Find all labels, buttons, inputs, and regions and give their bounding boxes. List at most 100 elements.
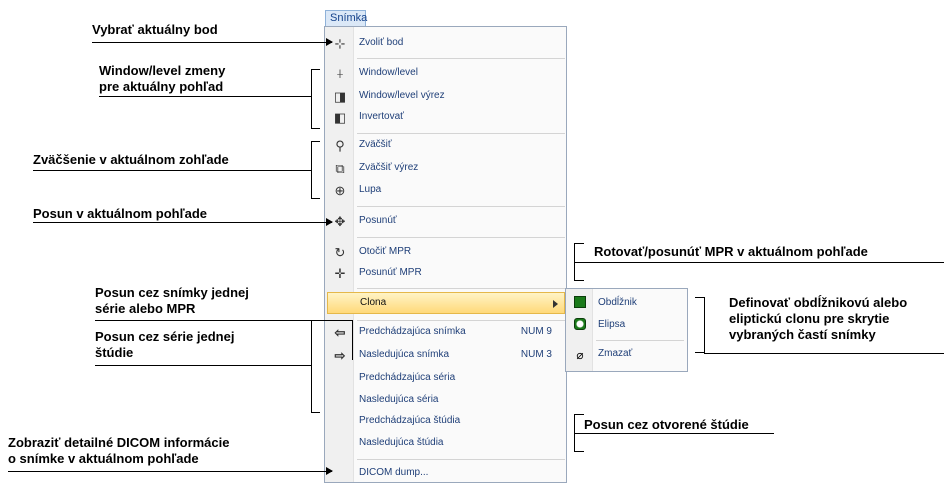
- window-level-icon: ⍭: [336, 66, 344, 81]
- annotation-line: Zobraziť detailné DICOM informácie: [8, 435, 230, 450]
- menu-item-next-study[interactable]: Nasledujúca štúdia: [326, 433, 566, 455]
- menu-item-label: Predchádzajúca snímka: [359, 326, 466, 337]
- snimka-menu: ⊹ Zvoliť bod ⍭ Window/level ◨ Window/lev…: [324, 26, 567, 483]
- magnifier-icon: ⊕: [334, 183, 346, 198]
- menu-item-zoom[interactable]: ⚲ Zväčšiť: [326, 135, 566, 157]
- menu-separator: [357, 288, 565, 289]
- annotation-line: štúdie: [95, 345, 134, 360]
- menu-item-label: Predchádzajúca séria: [359, 372, 456, 383]
- annotation-line: Definovať obdĺžnikovú alebo: [729, 295, 908, 310]
- menu-item-label: Window/level výrez: [359, 90, 445, 101]
- menu-item-label: Zvoliť bod: [359, 37, 404, 48]
- annotation-bracket-bottom: [574, 451, 584, 452]
- annotation-shutter: Definovať obdĺžnikovú alebo eliptickú cl…: [729, 295, 907, 343]
- annotation-line-connector: [33, 170, 311, 171]
- menu-item-invert[interactable]: ◧ Invertovať: [326, 107, 566, 129]
- menu-item-label: Posunúť: [359, 215, 397, 226]
- annotation-bracket-top: [574, 243, 584, 244]
- menu-item-shutter[interactable]: Clona: [327, 292, 565, 314]
- submenu-arrow-icon: [553, 300, 558, 308]
- invert-icon: ◧: [333, 110, 347, 125]
- shutter-submenu: Obdĺžnik Elipsa ⌀ Zmazať: [565, 288, 688, 372]
- annotation-line: Posun cez série jednej: [95, 329, 235, 344]
- submenu-item-label: Elipsa: [598, 319, 626, 330]
- annotation-bracket-top: [311, 141, 320, 142]
- eraser-icon: ⌀: [576, 348, 584, 362]
- menu-item-next-series[interactable]: Nasledujúca séria: [326, 390, 566, 412]
- annotation-arrow: [8, 467, 333, 475]
- annotation-images: Posun cez snímky jednej série alebo MPR: [95, 285, 249, 317]
- menu-separator: [357, 459, 565, 460]
- annotation-studies: Posun cez otvorené štúdie: [584, 417, 749, 432]
- menu-item-label: Window/level: [359, 67, 418, 78]
- annotation-bracket-bottom: [574, 280, 584, 281]
- annotation-line: pre aktuálny pohľad: [99, 79, 224, 94]
- rotate-mpr-icon: ↻: [334, 245, 346, 260]
- menu-item-zoom-region[interactable]: ⧉ Zväčšiť výrez: [326, 158, 566, 180]
- annotation-bracket-bottom: [311, 128, 320, 129]
- menu-item-next-image[interactable]: ⇨ Nasledujúca snímka NUM 3: [326, 345, 566, 367]
- move-mpr-icon: ✛: [334, 266, 346, 281]
- menu-tab-snimka[interactable]: Snímka: [325, 10, 367, 27]
- menu-item-label: Invertovať: [359, 111, 404, 122]
- menu-item-window-level[interactable]: ⍭ Window/level: [326, 63, 566, 85]
- menu-separator: [357, 237, 565, 238]
- menu-item-previous-study[interactable]: Predchádzajúca štúdia: [326, 411, 566, 433]
- annotation-bracket: [352, 320, 353, 360]
- menu-item-previous-series[interactable]: Predchádzajúca séria: [326, 368, 566, 390]
- annotation-bracket: [311, 320, 312, 412]
- menu-item-move-mpr[interactable]: ✛ Posunúť MPR: [326, 263, 566, 285]
- annotation-series: Posun cez série jednej štúdie: [95, 329, 234, 361]
- annotation-line: o snímke v aktuálnom pohľade: [8, 451, 199, 466]
- menu-item-label: DICOM dump...: [359, 467, 429, 478]
- menu-item-label: Predchádzajúca štúdia: [359, 415, 461, 426]
- submenu-item-clear[interactable]: ⌀ Zmazať: [567, 344, 687, 366]
- menu-item-label: Posunúť MPR: [359, 267, 422, 278]
- menu-separator: [357, 58, 565, 59]
- annotation-line-connector: [574, 262, 944, 263]
- cursor-point-icon: ⊹: [334, 36, 346, 51]
- zoom-icon: ⚲: [335, 138, 345, 153]
- annotation-arrow: [92, 38, 333, 46]
- pan-icon: ✥: [334, 214, 346, 229]
- arrow-right-icon: ⇨: [334, 348, 346, 363]
- arrow-left-icon: ⇦: [334, 325, 346, 340]
- annotation-bracket: [311, 141, 312, 199]
- menu-item-dicom-dump[interactable]: DICOM dump...: [326, 463, 566, 485]
- menu-separator: [357, 320, 565, 321]
- menu-item-label: Zväčšiť: [359, 139, 392, 150]
- submenu-item-label: Zmazať: [598, 348, 633, 359]
- menu-item-shortcut: NUM 3: [520, 349, 552, 360]
- annotation-bracket-top: [695, 297, 705, 298]
- annotation-window-level: Window/level zmeny pre aktuálny pohľad: [99, 63, 225, 95]
- annotation-arrow: [33, 218, 333, 226]
- menu-item-label: Lupa: [359, 184, 382, 195]
- menu-item-rotate-mpr[interactable]: ↻ Otočiť MPR: [326, 242, 566, 264]
- menu-item-shortcut: NUM 9: [520, 326, 552, 337]
- menu-item-magnifier[interactable]: ⊕ Lupa: [326, 180, 566, 202]
- annotation-zoom: Zväčšenie v aktuálnom zohľade: [33, 152, 229, 167]
- submenu-item-rectangle[interactable]: Obdĺžnik: [567, 293, 687, 315]
- menu-item-previous-image[interactable]: ⇦ Predchádzajúca snímka NUM 9: [326, 322, 566, 344]
- annotation-dicom: Zobraziť detailné DICOM informácie o sní…: [8, 435, 229, 467]
- menu-separator: [357, 206, 565, 207]
- annotation-line-connector: [574, 433, 774, 434]
- annotation-bracket-top: [311, 69, 320, 70]
- annotation-select-point: Vybrať aktuálny bod: [92, 22, 218, 37]
- ellipse-shutter-icon: [572, 318, 588, 334]
- annotation-line: Posun cez snímky jednej: [95, 285, 249, 300]
- annotation-bracket: [311, 69, 312, 129]
- annotation-line-connector: [99, 96, 311, 97]
- annotation-line-connector: [704, 353, 944, 354]
- submenu-item-label: Obdĺžnik: [598, 297, 637, 308]
- annotation-bracket: [704, 297, 705, 353]
- annotation-line: Window/level zmeny: [99, 63, 226, 78]
- annotation-line: eliptickú clonu pre skrytie: [729, 311, 890, 326]
- menu-item-select-point[interactable]: ⊹ Zvoliť bod: [326, 33, 566, 55]
- menu-item-pan[interactable]: ✥ Posunúť: [326, 211, 566, 233]
- menu-item-window-level-region[interactable]: ◨ Window/level výrez: [326, 86, 566, 108]
- submenu-item-ellipse[interactable]: Elipsa: [567, 315, 687, 337]
- annotation-line-connector: [95, 365, 311, 366]
- menu-item-label: Otočiť MPR: [359, 246, 412, 257]
- annotation-bracket-bottom: [311, 198, 320, 199]
